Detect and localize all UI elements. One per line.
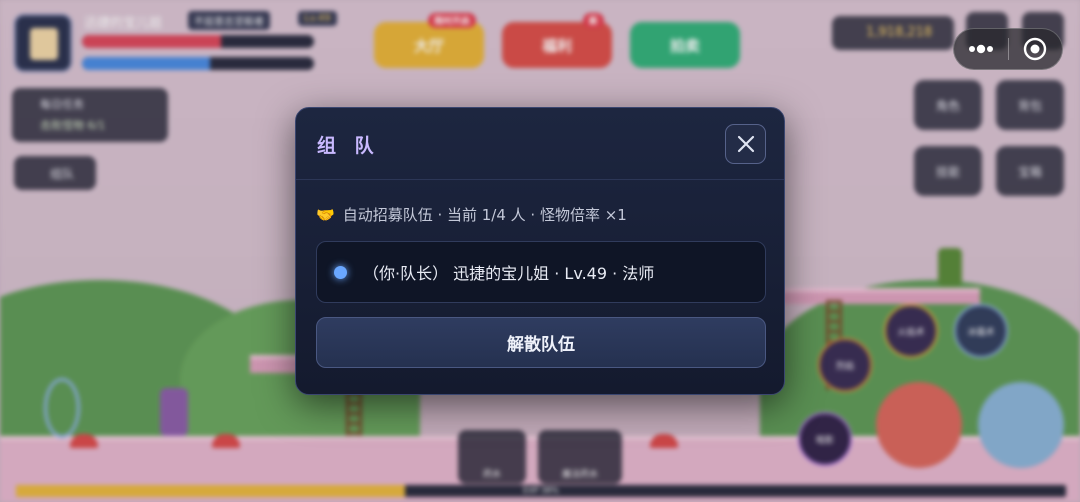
exit-button[interactable] xyxy=(1009,29,1063,69)
target-circle-icon xyxy=(1024,37,1047,61)
handshake-icon: 🤝 xyxy=(316,205,335,224)
disband-team-label: 解散队伍 xyxy=(507,335,575,355)
team-info-line: 🤝 自动招募队伍 · 当前 1/4 人 · 怪物倍率 ×1 xyxy=(316,204,627,225)
dialog-title: 组 队 xyxy=(317,135,380,157)
dialog-header: 组 队 xyxy=(296,108,784,180)
team-dialog: 组 队 🤝 自动招募队伍 · 当前 1/4 人 · 怪物倍率 ×1 （你·队长）… xyxy=(295,107,785,395)
member-info: （你·队长） 迅捷的宝儿姐 · Lv.49 · 法师 xyxy=(363,264,655,283)
team-member-card[interactable]: （你·队长） 迅捷的宝儿姐 · Lv.49 · 法师 xyxy=(316,241,766,303)
close-icon xyxy=(737,135,754,153)
more-dots-icon xyxy=(968,44,993,54)
team-info-text: 自动招募队伍 · 当前 1/4 人 · 怪物倍率 ×1 xyxy=(342,206,627,224)
close-button[interactable] xyxy=(725,124,766,164)
online-status-dot xyxy=(334,265,347,279)
disband-team-button[interactable]: 解散队伍 xyxy=(316,317,766,368)
miniprogram-capsule xyxy=(953,28,1063,70)
more-button[interactable] xyxy=(954,29,1008,69)
